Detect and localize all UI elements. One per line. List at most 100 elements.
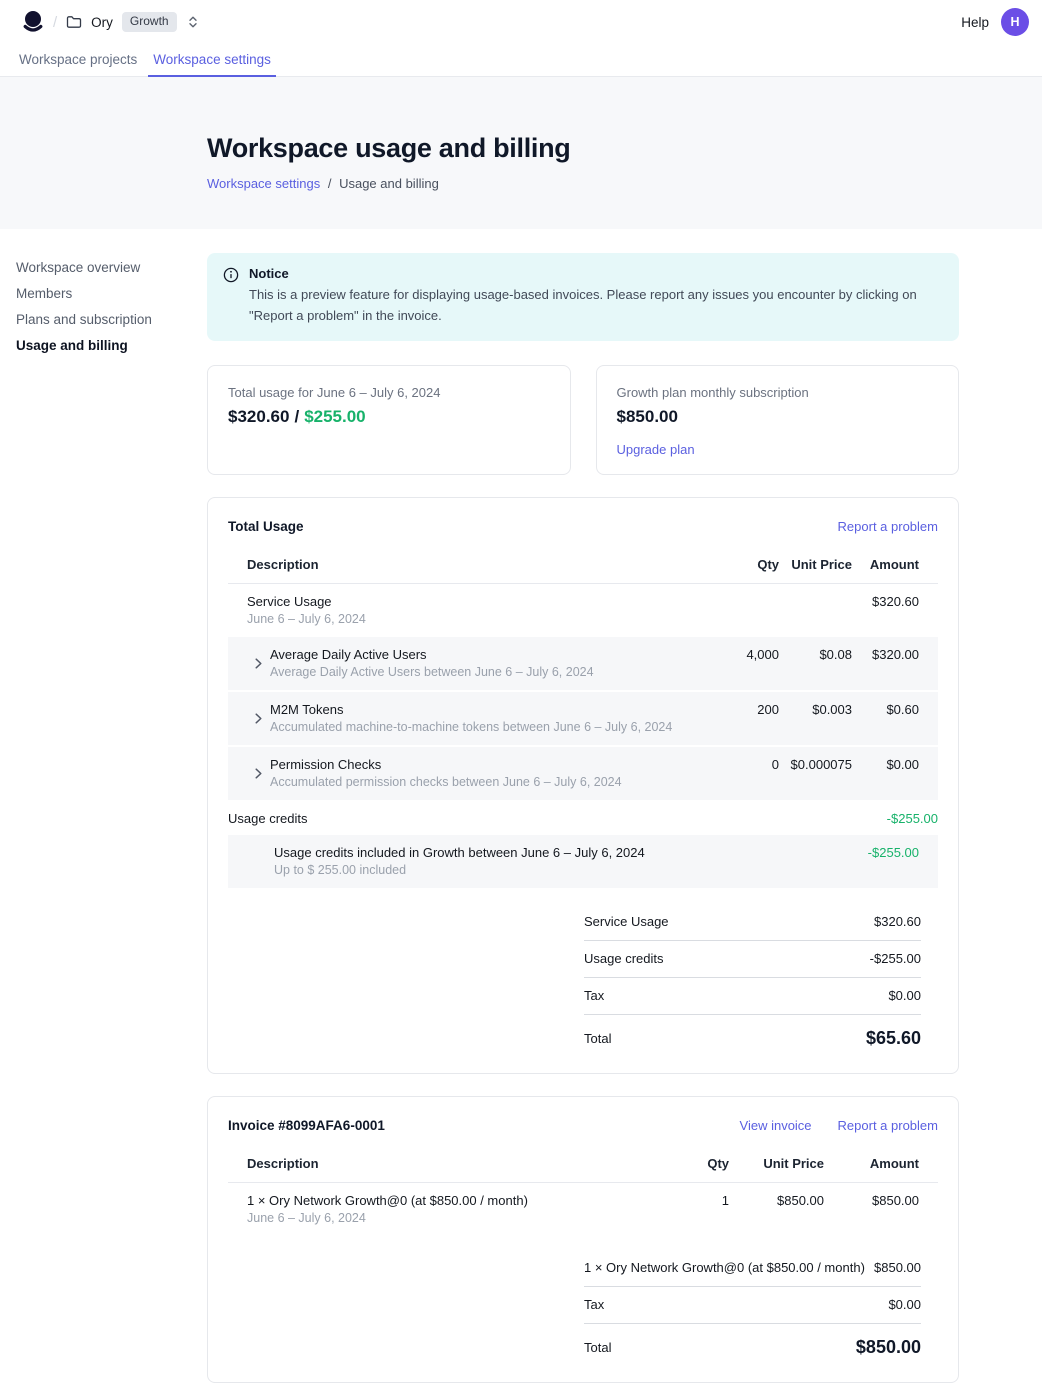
report-problem-link[interactable]: Report a problem: [838, 1118, 938, 1133]
settings-sidebar: Workspace overview Members Plans and sub…: [0, 229, 207, 359]
row-qty: 1: [654, 1182, 729, 1236]
invoice-panel: Invoice #8099AFA6-0001 View invoice Repo…: [207, 1096, 959, 1383]
invoice-table-header-row: Description Qty Unit Price Amount: [228, 1146, 938, 1183]
sidebar-item-usage-billing[interactable]: Usage and billing: [16, 333, 195, 359]
report-problem-link[interactable]: Report a problem: [838, 519, 938, 534]
summary-value: -$255.00: [870, 951, 921, 966]
row-subtitle: June 6 – July 6, 2024: [247, 611, 719, 627]
invoice-summary: 1 × Ory Network Growth@0 (at $850.00 / m…: [584, 1250, 921, 1358]
breadcrumb-current: Usage and billing: [339, 176, 439, 191]
topbar: / Ory Growth Help H: [0, 0, 1042, 44]
row-unit-price: $0.08: [779, 637, 852, 691]
row-title: Usage credits: [228, 811, 719, 827]
summary-row-usage-credits: Usage credits -$255.00: [584, 941, 921, 978]
summary-label: Tax: [584, 1297, 604, 1312]
summary-row-tax: Tax $0.00: [584, 978, 921, 1015]
usage-summary: Service Usage $320.60 Usage credits -$25…: [584, 904, 921, 1049]
breadcrumb-link-workspace-settings[interactable]: Workspace settings: [207, 176, 320, 191]
tab-bar: Workspace projects Workspace settings: [0, 44, 1042, 77]
row-amount: -$255.00: [852, 835, 938, 889]
col-description: Description: [228, 547, 719, 584]
summary-label: 1 × Ory Network Growth@0 (at $850.00 / m…: [584, 1260, 865, 1275]
total-value: $850.00: [856, 1337, 921, 1358]
total-label: Total: [584, 1031, 611, 1046]
summary-row-tax: Tax $0.00: [584, 1287, 921, 1324]
table-row-service-usage: Service Usage June 6 – July 6, 2024 $320…: [228, 583, 938, 637]
col-description: Description: [228, 1146, 654, 1183]
col-amount: Amount: [824, 1146, 938, 1183]
avatar[interactable]: H: [1001, 8, 1029, 36]
row-title: 1 × Ory Network Growth@0 (at $850.00 / m…: [247, 1193, 654, 1209]
invoice-table: Description Qty Unit Price Amount 1 × Or…: [228, 1146, 938, 1236]
row-title: Usage credits included in Growth between…: [274, 845, 719, 861]
row-subtitle: June 6 – July 6, 2024: [247, 1210, 654, 1226]
col-amount: Amount: [852, 547, 938, 584]
summary-label: Service Usage: [584, 914, 669, 929]
table-row-permission-checks[interactable]: Permission Checks Accumulated permission…: [228, 746, 938, 801]
info-icon: [223, 266, 239, 327]
row-amount: $0.60: [852, 691, 938, 746]
invoice-panel-title: Invoice #8099AFA6-0001: [228, 1118, 385, 1133]
usage-table: Description Qty Unit Price Amount Servic…: [228, 547, 938, 890]
row-unit-price: $850.00: [729, 1182, 824, 1236]
notice-banner: Notice This is a preview feature for dis…: [207, 253, 959, 341]
row-amount: $320.60: [852, 583, 938, 637]
content: Workspace overview Members Plans and sub…: [0, 229, 1042, 1399]
subscription-card: Growth plan monthly subscription $850.00…: [596, 365, 960, 475]
row-amount: $320.00: [852, 637, 938, 691]
total-usage-card: Total usage for June 6 – July 6, 2024 $3…: [207, 365, 571, 475]
summary-value: $0.00: [888, 1297, 921, 1312]
page-title: Workspace usage and billing: [207, 131, 1002, 165]
summary-row-service-usage: Service Usage $320.60: [584, 904, 921, 941]
summary-label: Tax: [584, 988, 604, 1003]
view-invoice-link[interactable]: View invoice: [740, 1118, 812, 1133]
usage-table-header-row: Description Qty Unit Price Amount: [228, 547, 938, 584]
col-qty: Qty: [719, 547, 779, 584]
summary-total-row: Total $65.60: [584, 1015, 921, 1049]
table-row-usage-credits-detail: Usage credits included in Growth between…: [228, 835, 938, 889]
page-header: Workspace usage and billing Workspace se…: [0, 77, 1042, 229]
tab-workspace-settings[interactable]: Workspace settings: [148, 44, 276, 76]
tab-workspace-projects[interactable]: Workspace projects: [14, 44, 142, 76]
usage-panel-title: Total Usage: [228, 519, 304, 534]
table-row-growth-subscription: 1 × Ory Network Growth@0 (at $850.00 / m…: [228, 1182, 938, 1236]
page: / Ory Growth Help H Workspace projects W…: [0, 0, 1042, 1399]
row-qty: 200: [719, 691, 779, 746]
col-qty: Qty: [654, 1146, 729, 1183]
plan-badge: Growth: [122, 12, 177, 31]
table-row-m2m-tokens[interactable]: M2M Tokens Accumulated machine-to-machin…: [228, 691, 938, 746]
total-value: $65.60: [866, 1028, 921, 1049]
chevron-right-icon[interactable]: [255, 658, 262, 669]
upgrade-plan-link[interactable]: Upgrade plan: [617, 442, 695, 457]
row-title: M2M Tokens: [270, 702, 672, 718]
row-title: Permission Checks: [270, 757, 622, 773]
overview-cards: Total usage for June 6 – July 6, 2024 $3…: [207, 365, 959, 475]
sidebar-item-members[interactable]: Members: [16, 281, 195, 307]
help-link[interactable]: Help: [961, 15, 989, 30]
workspace-name[interactable]: Ory: [91, 15, 113, 30]
notice-body: This is a preview feature for displaying…: [249, 285, 937, 327]
col-unit-price: Unit Price: [729, 1146, 824, 1183]
table-row-daily-active-users[interactable]: Average Daily Active Users Average Daily…: [228, 637, 938, 691]
summary-value: $0.00: [888, 988, 921, 1003]
row-subtitle: Up to $ 255.00 included: [274, 862, 719, 878]
usage-amount-divider: /: [294, 407, 299, 426]
row-unit-price: $0.003: [779, 691, 852, 746]
row-qty: 0: [719, 746, 779, 801]
row-subtitle: Average Daily Active Users between June …: [270, 664, 594, 680]
total-usage-panel: Total Usage Report a problem Description…: [207, 497, 959, 1074]
summary-value: $320.60: [874, 914, 921, 929]
row-qty: 4,000: [719, 637, 779, 691]
workspace-switcher-icon[interactable]: [187, 15, 199, 29]
sidebar-item-plans-subscription[interactable]: Plans and subscription: [16, 307, 195, 333]
table-row-usage-credits: Usage credits -$255.00: [228, 801, 938, 835]
row-amount: -$255.00: [852, 801, 938, 835]
row-unit-price: $0.000075: [779, 746, 852, 801]
sidebar-item-workspace-overview[interactable]: Workspace overview: [16, 255, 195, 281]
total-usage-amount: $320.60/$255.00: [228, 407, 550, 427]
chevron-right-icon[interactable]: [255, 768, 262, 779]
main-content: Notice This is a preview feature for dis…: [207, 229, 959, 1399]
row-amount: $0.00: [852, 746, 938, 801]
ory-logo-icon[interactable]: [22, 10, 44, 34]
chevron-right-icon[interactable]: [255, 713, 262, 724]
